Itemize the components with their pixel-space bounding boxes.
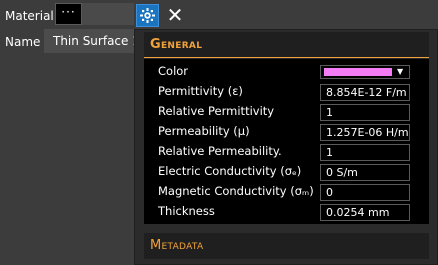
metadata-section-header[interactable]: Metadata [144,233,429,259]
permittivity-field[interactable]: 8.854E-12 F/m [320,84,410,101]
general-section-header[interactable]: General [144,32,429,58]
property-row-color: Color ▼ [144,63,429,83]
chevron-down-icon: ▼ [397,67,404,76]
property-row-permeability: Permeability (μ) 1.257E-06 H/m [144,123,429,143]
permeability-field[interactable]: 1.257E-06 H/m [320,124,410,141]
material-field [82,3,134,25]
property-row-thickness: Thickness 0.0254 mm [144,203,429,223]
property-label: Magnetic Conductivity (σₘ) [158,184,314,198]
property-label: Electric Conductivity (σₑ) [158,164,302,178]
property-row-electric-conductivity: Electric Conductivity (σₑ) 0 S/m [144,163,429,183]
name-label: Name [5,35,41,49]
relative-permeability-field[interactable]: 1 [320,144,410,161]
property-row-permittivity: Permittivity (ε) 8.854E-12 F/m [144,83,429,103]
material-browse-button[interactable]: ··· [55,3,82,25]
gear-icon [140,8,155,23]
property-label: Relative Permittivity [158,104,275,118]
properties-panel: General Color ▼ Permittivity (ε) 8.854E-… [134,29,438,265]
property-label: Relative Permeability. [158,144,282,158]
material-label: Material [5,9,54,23]
electric-conductivity-field[interactable]: 0 S/m [320,164,410,181]
general-section-body: Color ▼ Permittivity (ε) 8.854E-12 F/m R… [144,59,429,224]
color-swatch [324,68,392,76]
property-label: Permeability (μ) [158,124,250,138]
name-field[interactable]: Thin Surface 1 [44,29,134,53]
property-row-relative-permittivity: Relative Permittivity 1 [144,103,429,123]
property-label: Permittivity (ε) [158,84,243,98]
color-label: Color [158,64,189,78]
properties-toggle-button[interactable] [136,4,159,27]
property-row-magnetic-conductivity: Magnetic Conductivity (σₘ) 0 [144,183,429,203]
close-button[interactable]: ✕ [165,3,185,27]
color-picker[interactable]: ▼ [320,65,410,79]
thickness-field[interactable]: 0.0254 mm [320,204,410,221]
property-label: Thickness [158,204,215,218]
relative-permittivity-field[interactable]: 1 [320,104,410,121]
property-row-relative-permeability: Relative Permeability. 1 [144,143,429,163]
magnetic-conductivity-field[interactable]: 0 [320,184,410,201]
